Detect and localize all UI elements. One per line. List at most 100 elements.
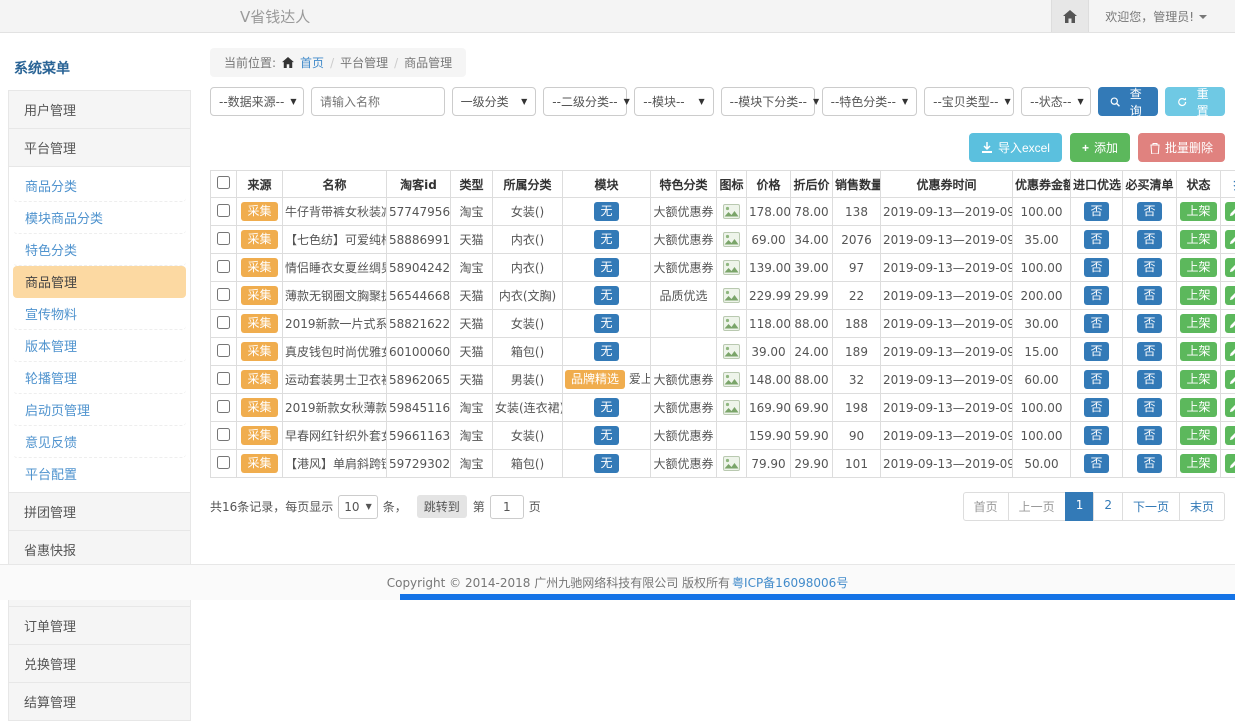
import-excel-button[interactable]: 导入excel	[969, 133, 1062, 162]
sidebar-subitem-11[interactable]: 平台配置	[13, 458, 186, 489]
pager-button-下一页[interactable]: 下一页	[1122, 492, 1180, 521]
row-checkbox[interactable]	[217, 232, 230, 245]
sidebar-subitem-3[interactable]: 模块商品分类	[13, 202, 186, 234]
sidebar-item-1[interactable]: 平台管理	[8, 128, 191, 166]
sidebar-item-15[interactable]: 订单管理	[8, 606, 191, 644]
sidebar-subitem-6[interactable]: 宣传物料	[13, 298, 186, 330]
status-filter[interactable]: --状态--▼	[1021, 87, 1091, 116]
import-select-toggle[interactable]: 否	[1084, 286, 1108, 304]
must-buy-toggle[interactable]: 否	[1137, 398, 1161, 416]
user-menu[interactable]: 欢迎您，管理员!	[1089, 8, 1235, 25]
sidebar-item-13[interactable]: 省惠快报	[8, 530, 191, 568]
status-button[interactable]: 上架	[1180, 258, 1216, 276]
sidebar-subitem-5-active[interactable]: 商品管理	[13, 266, 186, 298]
import-select-toggle[interactable]: 否	[1084, 314, 1108, 332]
module-badge[interactable]: 无	[594, 230, 618, 248]
edit-button[interactable]	[1225, 426, 1235, 445]
must-buy-toggle[interactable]: 否	[1137, 230, 1161, 248]
name-search-input[interactable]	[320, 95, 436, 109]
batch-delete-button[interactable]: 批量删除	[1138, 133, 1225, 162]
select-all-checkbox[interactable]	[217, 176, 230, 189]
must-buy-toggle[interactable]: 否	[1137, 314, 1161, 332]
import-select-toggle[interactable]: 否	[1084, 258, 1108, 276]
import-select-toggle[interactable]: 否	[1084, 370, 1108, 388]
sidebar-subitem-7[interactable]: 版本管理	[13, 330, 186, 362]
edit-button[interactable]	[1225, 314, 1235, 333]
must-buy-toggle[interactable]: 否	[1137, 202, 1161, 220]
sidebar-subitem-9[interactable]: 启动页管理	[13, 394, 186, 426]
must-buy-toggle[interactable]: 否	[1137, 342, 1161, 360]
import-select-toggle[interactable]: 否	[1084, 202, 1108, 220]
module-badge[interactable]: 无	[594, 454, 618, 472]
import-select-toggle[interactable]: 否	[1084, 426, 1108, 444]
row-checkbox[interactable]	[217, 204, 230, 217]
search-button[interactable]: 查询	[1098, 87, 1158, 116]
status-button[interactable]: 上架	[1180, 342, 1216, 360]
module-badge[interactable]: 无	[594, 426, 618, 444]
add-button[interactable]: + 添加	[1070, 133, 1130, 162]
row-checkbox[interactable]	[217, 260, 230, 273]
status-button[interactable]: 上架	[1180, 370, 1216, 388]
per-page-select[interactable]: 10 ▼	[338, 495, 377, 519]
row-checkbox[interactable]	[217, 456, 230, 469]
feature-category-filter[interactable]: --特色分类--▼	[822, 87, 917, 116]
module-sub-filter[interactable]: --模块下分类--▼	[721, 87, 815, 116]
edit-button[interactable]	[1225, 202, 1235, 221]
row-checkbox[interactable]	[217, 344, 230, 357]
module-badge[interactable]: 无	[594, 398, 618, 416]
row-checkbox[interactable]	[217, 372, 230, 385]
data-source-filter[interactable]: --数据来源--▼	[210, 87, 304, 116]
status-button[interactable]: 上架	[1180, 314, 1216, 332]
module-badge[interactable]: 无	[594, 342, 618, 360]
module-badge[interactable]: 无	[594, 202, 618, 220]
edit-button[interactable]	[1225, 258, 1235, 277]
page-number-input[interactable]	[490, 495, 524, 519]
level2-category-filter[interactable]: --二级分类--▼	[543, 87, 627, 116]
must-buy-toggle[interactable]: 否	[1137, 426, 1161, 444]
pager-button-末页[interactable]: 末页	[1179, 492, 1225, 521]
row-checkbox[interactable]	[217, 316, 230, 329]
sidebar-subitem-4[interactable]: 特色分类	[13, 234, 186, 266]
status-button[interactable]: 上架	[1180, 230, 1216, 248]
sidebar-item-17[interactable]: 结算管理	[8, 682, 191, 721]
pager-button-1[interactable]: 1	[1065, 492, 1095, 521]
import-select-toggle[interactable]: 否	[1084, 342, 1108, 360]
jump-button[interactable]: 跳转到	[417, 495, 467, 518]
status-button[interactable]: 上架	[1180, 202, 1216, 220]
import-select-toggle[interactable]: 否	[1084, 230, 1108, 248]
must-buy-toggle[interactable]: 否	[1137, 370, 1161, 388]
sidebar-item-12[interactable]: 拼团管理	[8, 492, 191, 530]
edit-button[interactable]	[1225, 230, 1235, 249]
module-filter[interactable]: --模块--▼	[634, 87, 713, 116]
status-button[interactable]: 上架	[1180, 398, 1216, 416]
sidebar-item-0[interactable]: 用户管理	[8, 90, 191, 128]
sidebar-subitem-2[interactable]: 商品分类	[13, 170, 186, 202]
row-checkbox[interactable]	[217, 288, 230, 301]
pager-button-2[interactable]: 2	[1093, 492, 1123, 521]
module-badge[interactable]: 无	[594, 258, 618, 276]
item-type-filter[interactable]: --宝贝类型--▼	[924, 87, 1014, 116]
pager-button-上一页[interactable]: 上一页	[1008, 492, 1066, 521]
edit-button[interactable]	[1225, 398, 1235, 417]
home-button[interactable]	[1051, 0, 1089, 32]
module-badge[interactable]: 无	[594, 286, 618, 304]
edit-button[interactable]	[1225, 342, 1235, 361]
sidebar-item-16[interactable]: 兑换管理	[8, 644, 191, 682]
module-badge[interactable]: 无	[594, 314, 618, 332]
import-select-toggle[interactable]: 否	[1084, 398, 1108, 416]
sidebar-subitem-10[interactable]: 意见反馈	[13, 426, 186, 458]
must-buy-toggle[interactable]: 否	[1137, 454, 1161, 472]
import-select-toggle[interactable]: 否	[1084, 454, 1108, 472]
module-badge[interactable]: 品牌精选	[565, 370, 625, 388]
status-button[interactable]: 上架	[1180, 286, 1216, 304]
must-buy-toggle[interactable]: 否	[1137, 258, 1161, 276]
must-buy-toggle[interactable]: 否	[1137, 286, 1161, 304]
icp-link[interactable]: 粤ICP备16098006号	[732, 574, 848, 591]
reset-button[interactable]: 重置	[1165, 87, 1225, 116]
breadcrumb-home-link[interactable]: 首页	[300, 54, 324, 71]
sidebar-subitem-8[interactable]: 轮播管理	[13, 362, 186, 394]
status-button[interactable]: 上架	[1180, 426, 1216, 444]
row-checkbox[interactable]	[217, 428, 230, 441]
pager-button-首页[interactable]: 首页	[963, 492, 1009, 521]
edit-button[interactable]	[1225, 454, 1235, 473]
